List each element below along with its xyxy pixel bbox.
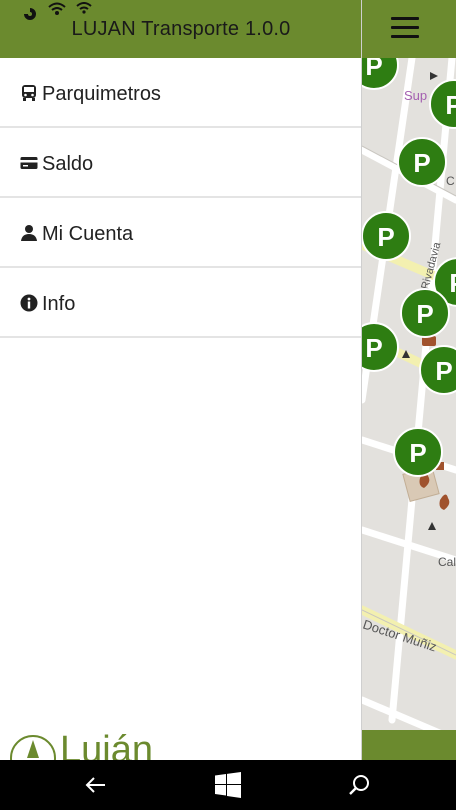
menu-item-label: Info — [42, 293, 76, 315]
parking-marker[interactable]: P — [362, 322, 399, 372]
drawer-menu: Parquimetros Saldo Mi Cuenta Info — [0, 58, 361, 338]
back-arrow-icon — [85, 777, 105, 793]
menu-item-info[interactable]: Info — [0, 268, 361, 338]
menu-item-label: Parquimetros — [42, 83, 161, 105]
app-screen: Sup C Rivadavia Cal Doctor Muñiz P P P P… — [0, 0, 456, 810]
svg-text:P: P — [365, 333, 382, 363]
system-nav-bar — [0, 760, 456, 810]
menu-item-label: Saldo — [42, 153, 94, 175]
svg-text:P: P — [377, 222, 394, 252]
svg-text:P: P — [435, 356, 452, 386]
parking-marker[interactable]: P — [397, 137, 447, 187]
app-title: LUJAN Transporte 1.0.0 — [71, 18, 291, 40]
svg-text:P: P — [449, 268, 456, 298]
bus-icon — [22, 85, 36, 101]
user-icon — [21, 225, 37, 241]
map-label-cal: Cal — [438, 555, 456, 569]
navigation-drawer: LUJAN Transporte 1.0.0 Parquimetros Sald… — [0, 0, 362, 760]
windows-start-icon — [215, 772, 241, 798]
map-bottom-bar — [362, 730, 456, 760]
parking-marker[interactable]: P — [429, 79, 456, 129]
credit-card-icon — [20, 157, 38, 169]
parking-markers: P P P P P P P P — [362, 40, 456, 477]
menu-item-saldo[interactable]: Saldo — [0, 128, 361, 198]
svg-text:P: P — [413, 148, 430, 178]
search-icon — [349, 775, 369, 795]
search-button[interactable] — [320, 760, 400, 810]
map-view[interactable]: Sup C Rivadavia Cal Doctor Muñiz P P P P… — [362, 0, 456, 760]
menu-item-label: Mi Cuenta — [42, 223, 134, 245]
hamburger-menu-icon[interactable] — [391, 17, 419, 39]
info-icon — [20, 294, 38, 312]
drawer-header: LUJAN Transporte 1.0.0 — [0, 0, 361, 58]
start-button[interactable] — [188, 760, 268, 810]
map-label-sup: Sup — [404, 88, 427, 103]
parking-marker[interactable]: P — [393, 427, 443, 477]
menu-item-parquimetros[interactable]: Parquimetros — [0, 58, 361, 128]
svg-text:P: P — [409, 438, 426, 468]
menu-item-mi-cuenta[interactable]: Mi Cuenta — [0, 198, 361, 268]
svg-text:P: P — [416, 299, 433, 329]
wifi-icon — [76, 2, 92, 14]
lujan-logo-text: Luján — [60, 729, 153, 760]
parking-marker[interactable]: P — [362, 211, 411, 261]
svg-text:P: P — [445, 90, 456, 120]
map-label-c: C — [446, 174, 455, 188]
parking-marker[interactable]: P — [400, 288, 450, 338]
map-canvas[interactable]: Sup C Rivadavia Cal Doctor Muñiz P P P P… — [362, 0, 456, 760]
back-button[interactable] — [56, 760, 136, 810]
wifi-signal-icon — [48, 2, 66, 15]
